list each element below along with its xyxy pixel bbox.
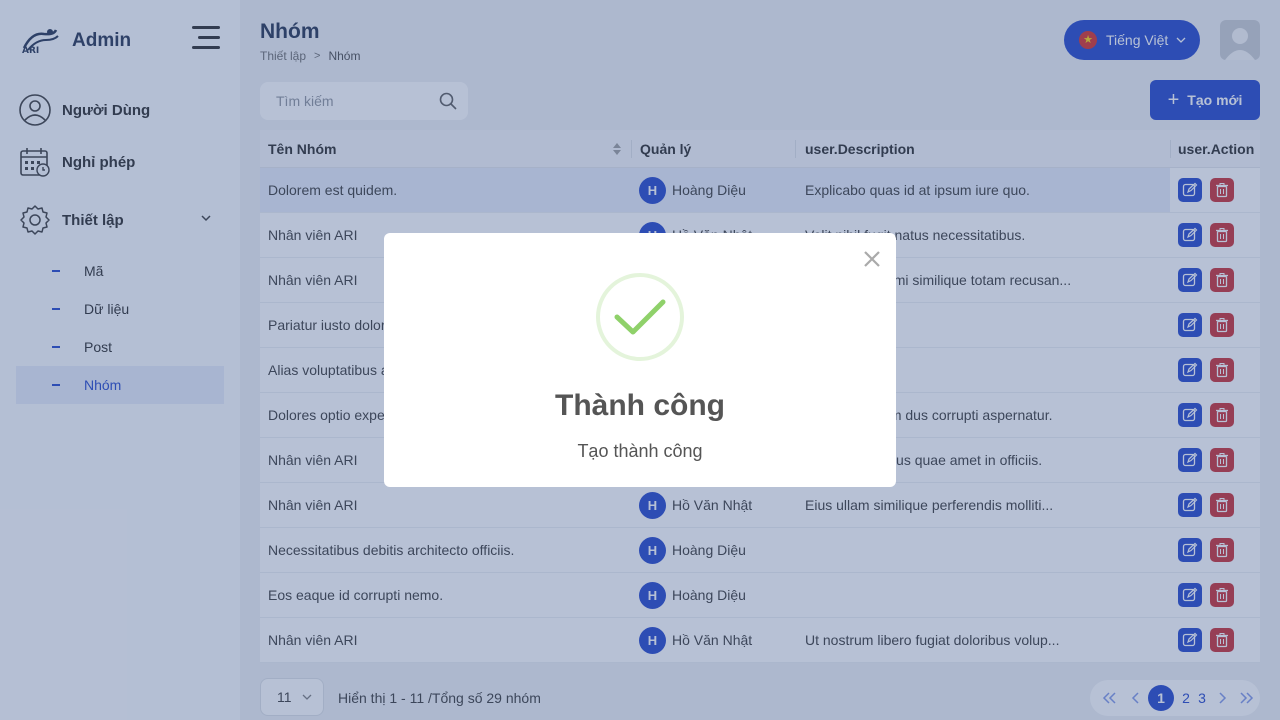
dialog-message: Tạo thành công	[577, 441, 703, 461]
success-check-icon	[596, 273, 684, 361]
close-icon[interactable]	[860, 247, 884, 271]
dialog-title: Thành công	[555, 389, 725, 422]
success-dialog: Thành công Tạo thành công	[384, 233, 896, 487]
